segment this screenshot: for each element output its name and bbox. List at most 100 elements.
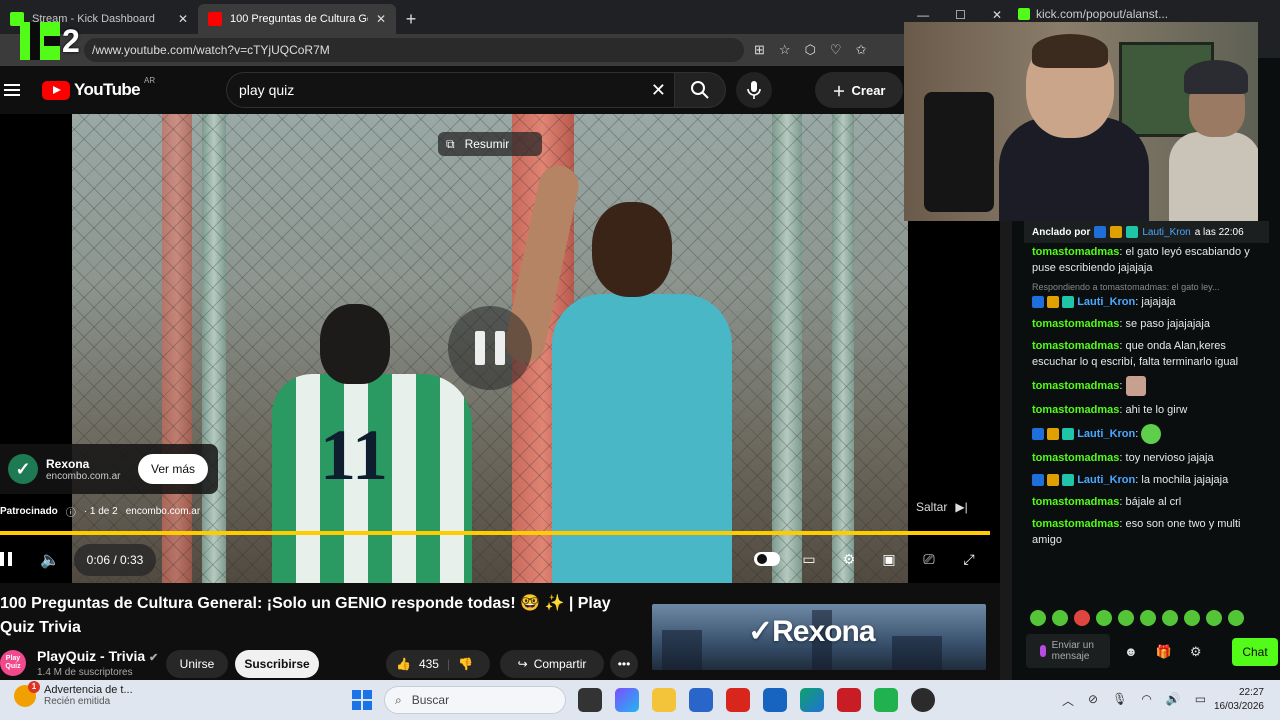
- subtitles-icon[interactable]: ▭: [798, 548, 820, 570]
- tab-youtube-video[interactable]: 100 Preguntas de Cultura General ✕: [198, 4, 396, 34]
- see-more-button[interactable]: Ver más: [138, 454, 208, 484]
- taskbar-search[interactable]: ⌕ Buscar: [384, 686, 566, 714]
- create-button[interactable]: ＋ Crear: [815, 72, 903, 108]
- pause-overlay-icon[interactable]: [448, 306, 532, 390]
- chat-send-button[interactable]: Chat: [1232, 638, 1278, 666]
- plus-icon[interactable]: +: [396, 4, 426, 34]
- windows-start-icon[interactable]: [352, 690, 372, 710]
- pinned-message-bar[interactable]: Anclado por Lauti_Kron a las 22:06: [1024, 221, 1269, 243]
- summarize-label: Resumir: [464, 137, 510, 151]
- fullscreen-icon[interactable]: ⤢: [958, 548, 980, 570]
- youtube-logo[interactable]: YouTube AR: [42, 76, 155, 100]
- android-app-icon[interactable]: [874, 688, 898, 712]
- file-explorer-icon[interactable]: [652, 688, 676, 712]
- subscribe-button[interactable]: Suscribirse: [235, 650, 319, 678]
- menu-icon[interactable]: [4, 84, 20, 96]
- dislike-icon[interactable]: 👎: [458, 657, 473, 671]
- outlook-icon[interactable]: [763, 688, 787, 712]
- video-player[interactable]: 11 ⧉ Resumir ✓ Rexona encombo.com.ar Ver…: [0, 114, 1000, 583]
- emote-icon[interactable]: [1052, 610, 1068, 626]
- copilot-icon[interactable]: [615, 688, 639, 712]
- moderator-badge-icon: [1094, 226, 1107, 238]
- notification-widget[interactable]: 1 Advertencia de t... Recién emitida: [14, 680, 133, 707]
- taskbar-apps: [578, 688, 935, 712]
- emote-icon[interactable]: [1118, 610, 1134, 626]
- ad-progress-bar[interactable]: [0, 531, 990, 535]
- close-tab-icon[interactable]: ✕: [178, 12, 188, 26]
- chat-message: Lauti_Kron: jajajaja: [1024, 292, 1270, 314]
- ad-info-card[interactable]: ✓ Rexona encombo.com.ar Ver más: [0, 444, 218, 494]
- chat-message: tomastomadmas: bájale al crl: [1032, 496, 1182, 508]
- task-view-icon[interactable]: [578, 688, 602, 712]
- chevron-up-icon[interactable]: ︿: [1062, 692, 1074, 709]
- channel-name[interactable]: PlayQuiz - Trivia ✔: [37, 648, 158, 664]
- search-input[interactable]: play quiz ✕: [226, 72, 674, 108]
- summarize-button[interactable]: ⧉ Resumir: [438, 132, 542, 156]
- favorites-icon[interactable]: ✩: [856, 42, 867, 58]
- emote-icon[interactable]: [1162, 610, 1178, 626]
- battery-icon[interactable]: ▭: [1195, 692, 1206, 709]
- tank-top: [552, 294, 732, 583]
- join-button[interactable]: Unirse: [166, 650, 228, 678]
- channel-row: Play Quiz PlayQuiz - Trivia ✔ 1.4 M de s…: [0, 646, 640, 682]
- chat-message-list: tomastomadmas: el gato leyó escabiando y…: [1024, 242, 1270, 552]
- info-icon[interactable]: ⓘ: [66, 504, 76, 519]
- kick-url: kick.com/popout/alanst...: [1036, 7, 1169, 21]
- volume-icon[interactable]: 🔈: [40, 550, 60, 570]
- settings-gear-icon[interactable]: ⚙: [838, 548, 860, 570]
- subscriber-badge-icon: [1126, 226, 1139, 238]
- verified-icon: ✔: [149, 652, 159, 664]
- channel-avatar[interactable]: Play Quiz: [0, 650, 26, 676]
- emote-icon[interactable]: [1096, 610, 1112, 626]
- antivirus-icon[interactable]: [726, 688, 750, 712]
- emote-picker-icon[interactable]: ☻: [1124, 644, 1138, 660]
- pinned-prefix: Anclado por: [1032, 226, 1091, 238]
- speaker-icon[interactable]: 🔊: [1166, 692, 1181, 709]
- ad-domain-link[interactable]: encombo.com.ar: [126, 506, 200, 517]
- gift-icon[interactable]: 🎁: [1156, 644, 1172, 660]
- close-window-icon[interactable]: ✕: [992, 8, 1002, 22]
- microphone-icon[interactable]: 🎙: [1112, 692, 1127, 709]
- like-icon[interactable]: 👍: [396, 657, 411, 671]
- banner-brand: ✓Rexona: [748, 615, 876, 648]
- obs-icon[interactable]: [911, 688, 935, 712]
- autoplay-toggle[interactable]: [754, 552, 780, 566]
- crown-badge-icon: [1110, 226, 1123, 238]
- url-field[interactable]: /www.youtube.com/watch?v=cTYjUQCoR7M: [84, 38, 744, 62]
- theater-mode-icon[interactable]: ▣: [878, 548, 900, 570]
- chat-input[interactable]: Enviar un mensaje: [1026, 634, 1110, 668]
- emote-icon[interactable]: [1140, 610, 1156, 626]
- minimize-icon[interactable]: —: [917, 8, 929, 22]
- skip-ad-button[interactable]: Saltar ▶|: [916, 500, 968, 514]
- more-actions-icon[interactable]: •••: [610, 650, 638, 678]
- browser-essentials-icon[interactable]: ♡: [830, 42, 842, 58]
- favorite-star-icon[interactable]: ☆: [779, 42, 791, 58]
- close-tab-icon[interactable]: ✕: [376, 12, 386, 26]
- emote-icon[interactable]: [1074, 610, 1090, 626]
- like-dislike-group: 👍 435 | 👎: [386, 650, 490, 678]
- wifi-icon[interactable]: ◠: [1141, 692, 1151, 709]
- emote-icon[interactable]: [1206, 610, 1222, 626]
- voice-search-button[interactable]: [736, 72, 772, 108]
- companion-ad-banner[interactable]: ✓Rexona: [652, 604, 986, 670]
- emote-icon[interactable]: [1030, 610, 1046, 626]
- sponsored-label: Patrocinado: [0, 506, 58, 517]
- ad-domain: encombo.com.ar: [46, 470, 121, 482]
- app-icon[interactable]: [837, 688, 861, 712]
- person-green-jersey: 11: [252, 304, 472, 583]
- extensions-icon[interactable]: ⬡: [805, 42, 816, 58]
- cast-icon[interactable]: ⎚: [918, 548, 940, 570]
- clear-search-icon[interactable]: ✕: [651, 80, 666, 101]
- no-wifi-icon[interactable]: ⊘: [1088, 692, 1098, 709]
- pause-icon[interactable]: [0, 552, 12, 566]
- share-button[interactable]: ↪ Compartir: [500, 650, 604, 678]
- edge-icon[interactable]: [800, 688, 824, 712]
- emote-icon[interactable]: [1184, 610, 1200, 626]
- clock[interactable]: 22:27 16/03/2026: [1212, 686, 1264, 714]
- settings-gear-icon[interactable]: ⚙: [1190, 644, 1202, 660]
- app-available-icon[interactable]: ⊞: [754, 42, 765, 58]
- emote-icon[interactable]: [1228, 610, 1244, 626]
- search-button[interactable]: [674, 72, 726, 108]
- store-icon[interactable]: [689, 688, 713, 712]
- maximize-icon[interactable]: ☐: [955, 8, 966, 22]
